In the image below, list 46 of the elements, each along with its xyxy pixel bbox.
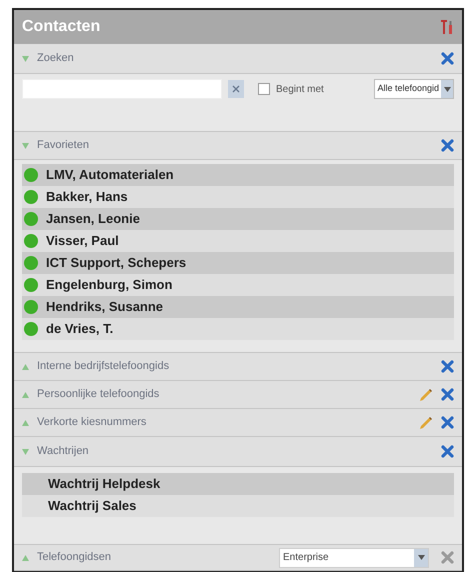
phonebook-select[interactable]: Enterprise <box>279 548 429 568</box>
contact-row[interactable]: Visser, Paul <box>22 230 454 252</box>
queue-row[interactable]: Wachtrij Helpdesk <box>22 473 454 495</box>
close-icon[interactable] <box>441 52 454 65</box>
expand-caret-icon[interactable] <box>22 392 29 398</box>
contact-name: Engelenburg, Simon <box>46 276 172 294</box>
contact-name: Jansen, Leonie <box>46 210 140 228</box>
queue-name: Wachtrij Helpdesk <box>48 475 160 494</box>
contact-name: Visser, Paul <box>46 232 119 250</box>
pencil-icon[interactable] <box>419 416 433 430</box>
clear-button[interactable] <box>228 80 244 98</box>
section-header[interactable]: Interne bedrijfstelefoongids <box>14 353 462 381</box>
contact-row[interactable]: Hendriks, Susanne <box>22 296 454 318</box>
checkbox-label: Begint met <box>276 82 325 96</box>
queue-row[interactable]: Wachtrij Sales <box>22 495 454 517</box>
contact-row[interactable]: Bakker, Hans <box>22 186 454 208</box>
checkbox[interactable] <box>258 83 270 95</box>
tools-icon[interactable] <box>440 19 454 35</box>
section-title[interactable]: Telefoongidsen <box>37 549 271 566</box>
collapse-caret-icon[interactable] <box>22 142 29 148</box>
collapse-caret-icon[interactable] <box>22 56 29 62</box>
collapse-caret-icon[interactable] <box>22 448 29 454</box>
clear-icon[interactable] <box>232 85 240 93</box>
contact-name: ICT Support, Schepers <box>46 254 186 272</box>
contact-row[interactable]: Engelenburg, Simon <box>22 274 454 296</box>
contact-row[interactable]: LMV, Automaterialen <box>22 164 454 186</box>
close-icon[interactable] <box>441 360 454 373</box>
contact-row[interactable]: de Vries, T. <box>22 318 454 340</box>
section-title[interactable]: Interne bedrijfstelefoongids <box>37 358 433 375</box>
close-icon[interactable] <box>441 445 454 458</box>
expand-caret-icon[interactable] <box>22 420 29 426</box>
phonebook-dropdown[interactable]: Alle telefoongid <box>374 79 454 99</box>
contact-name: Bakker, Hans <box>46 188 128 206</box>
close-icon[interactable] <box>441 416 454 429</box>
queue-name: Wachtrij Sales <box>48 497 136 516</box>
close-icon[interactable] <box>441 388 454 401</box>
contact-row[interactable]: Jansen, Leonie <box>22 208 454 230</box>
window-title: Contacten <box>22 17 100 37</box>
pencil-icon[interactable] <box>419 388 433 402</box>
expand-caret-icon[interactable] <box>22 364 29 370</box>
close-icon[interactable] <box>441 139 454 152</box>
contact-row[interactable]: ICT Support, Schepers <box>22 252 454 274</box>
expand-caret-icon[interactable] <box>22 554 29 560</box>
contact-name: de Vries, T. <box>46 320 114 338</box>
contact-name: Hendriks, Susanne <box>46 298 164 316</box>
contact-name: LMV, Automaterialen <box>46 166 174 184</box>
